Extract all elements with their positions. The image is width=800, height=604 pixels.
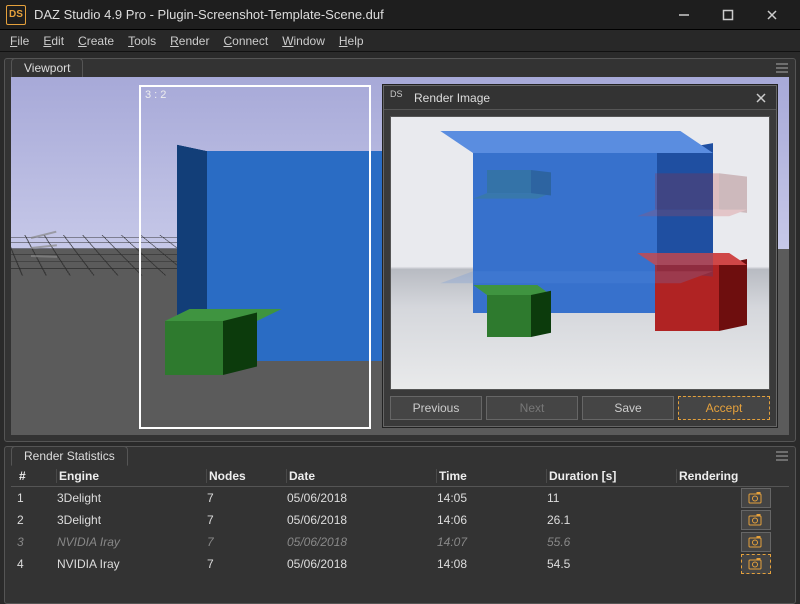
table-row[interactable]: 3NVIDIA Iray705/06/201814:0755.6 xyxy=(11,531,789,553)
viewport-3d[interactable]: 3 : 2 DS Render Image xyxy=(11,77,789,435)
cell-date: 05/06/2018 xyxy=(287,513,437,527)
col-date[interactable]: Date xyxy=(287,469,437,483)
cell-duration: 54.5 xyxy=(547,557,677,571)
cell-engine: NVIDIA Iray xyxy=(57,535,207,549)
menu-connect[interactable]: Connect xyxy=(217,32,274,50)
camera-icon xyxy=(748,514,764,526)
cell-engine: 3Delight xyxy=(57,491,207,505)
cell-time: 14:06 xyxy=(437,513,547,527)
app-logo-icon: DS xyxy=(6,5,26,25)
cell-time: 14:08 xyxy=(437,557,547,571)
show-render-button[interactable] xyxy=(741,532,771,552)
menu-file[interactable]: File xyxy=(4,32,35,50)
viewport-panel: Viewport 3 : 2 DS Render Image xyxy=(4,58,796,442)
cell-engine: 3Delight xyxy=(57,513,207,527)
col-duration[interactable]: Duration [s] xyxy=(547,469,677,483)
panel-menu-icon[interactable] xyxy=(775,449,789,466)
cell-nodes: 7 xyxy=(207,557,287,571)
menu-help[interactable]: Help xyxy=(333,32,370,50)
cell-date: 05/06/2018 xyxy=(287,491,437,505)
menu-render[interactable]: Render xyxy=(164,32,215,50)
render-crop-frame[interactable]: 3 : 2 xyxy=(139,85,371,429)
next-button[interactable]: Next xyxy=(486,396,578,420)
titlebar: DS DAZ Studio 4.9 Pro - Plugin-Screensho… xyxy=(0,0,800,30)
table-row[interactable]: 13Delight705/06/201814:0511 xyxy=(11,487,789,509)
stats-table: # Engine Nodes Date Time Duration [s] Re… xyxy=(11,465,789,597)
minimize-button[interactable] xyxy=(662,0,706,30)
axis-gizmo-icon xyxy=(31,237,71,261)
viewport-tab[interactable]: Viewport xyxy=(11,58,83,78)
cell-duration: 55.6 xyxy=(547,535,677,549)
camera-icon xyxy=(748,492,764,504)
menu-edit[interactable]: Edit xyxy=(37,32,70,50)
previous-button[interactable]: Previous xyxy=(390,396,482,420)
camera-icon xyxy=(748,558,764,570)
accept-button[interactable]: Accept xyxy=(678,396,770,420)
cell-time: 14:07 xyxy=(437,535,547,549)
cell-time: 14:05 xyxy=(437,491,547,505)
render-cube-green xyxy=(487,295,531,337)
aspect-ratio-label: 3 : 2 xyxy=(145,89,166,101)
show-render-button[interactable] xyxy=(741,554,771,574)
render-preview xyxy=(390,116,770,390)
render-image-window[interactable]: DS Render Image Previous Next xyxy=(383,85,777,427)
app-logo-icon: DS xyxy=(390,89,408,107)
cell-number: 1 xyxy=(17,491,57,505)
table-row[interactable]: 23Delight705/06/201814:0626.1 xyxy=(11,509,789,531)
save-button[interactable]: Save xyxy=(582,396,674,420)
cell-nodes: 7 xyxy=(207,513,287,527)
maximize-button[interactable] xyxy=(706,0,750,30)
col-number[interactable]: # xyxy=(17,469,57,483)
cell-nodes: 7 xyxy=(207,535,287,549)
camera-icon xyxy=(748,536,764,548)
menu-tools[interactable]: Tools xyxy=(122,32,162,50)
col-rendering[interactable]: Rendering xyxy=(677,469,777,483)
cell-date: 05/06/2018 xyxy=(287,557,437,571)
cell-engine: NVIDIA Iray xyxy=(57,557,207,571)
cell-duration: 11 xyxy=(547,491,677,505)
cell-duration: 26.1 xyxy=(547,513,677,527)
menu-create[interactable]: Create xyxy=(72,32,120,50)
menu-window[interactable]: Window xyxy=(276,32,331,50)
table-row[interactable]: 4NVIDIA Iray705/06/201814:0854.5 xyxy=(11,553,789,575)
render-window-title: Render Image xyxy=(414,91,752,105)
cell-number: 4 xyxy=(17,557,57,571)
col-engine[interactable]: Engine xyxy=(57,469,207,483)
render-statistics-panel: Render Statistics # Engine Nodes Date Ti… xyxy=(4,446,796,604)
cell-date: 05/06/2018 xyxy=(287,535,437,549)
render-window-close-icon[interactable] xyxy=(752,89,770,107)
panel-menu-icon[interactable] xyxy=(775,61,789,78)
stats-header: # Engine Nodes Date Time Duration [s] Re… xyxy=(11,465,789,487)
render-window-buttons: Previous Next Save Accept xyxy=(390,396,770,420)
window-title: DAZ Studio 4.9 Pro - Plugin-Screenshot-T… xyxy=(34,7,662,22)
render-statistics-tab[interactable]: Render Statistics xyxy=(11,446,128,466)
render-window-titlebar[interactable]: DS Render Image xyxy=(384,86,776,110)
menubar: File Edit Create Tools Render Connect Wi… xyxy=(0,30,800,52)
show-render-button[interactable] xyxy=(741,488,771,508)
col-time[interactable]: Time xyxy=(437,469,547,483)
show-render-button[interactable] xyxy=(741,510,771,530)
cell-number: 3 xyxy=(17,535,57,549)
col-nodes[interactable]: Nodes xyxy=(207,469,287,483)
cell-number: 2 xyxy=(17,513,57,527)
close-button[interactable] xyxy=(750,0,794,30)
cell-nodes: 7 xyxy=(207,491,287,505)
